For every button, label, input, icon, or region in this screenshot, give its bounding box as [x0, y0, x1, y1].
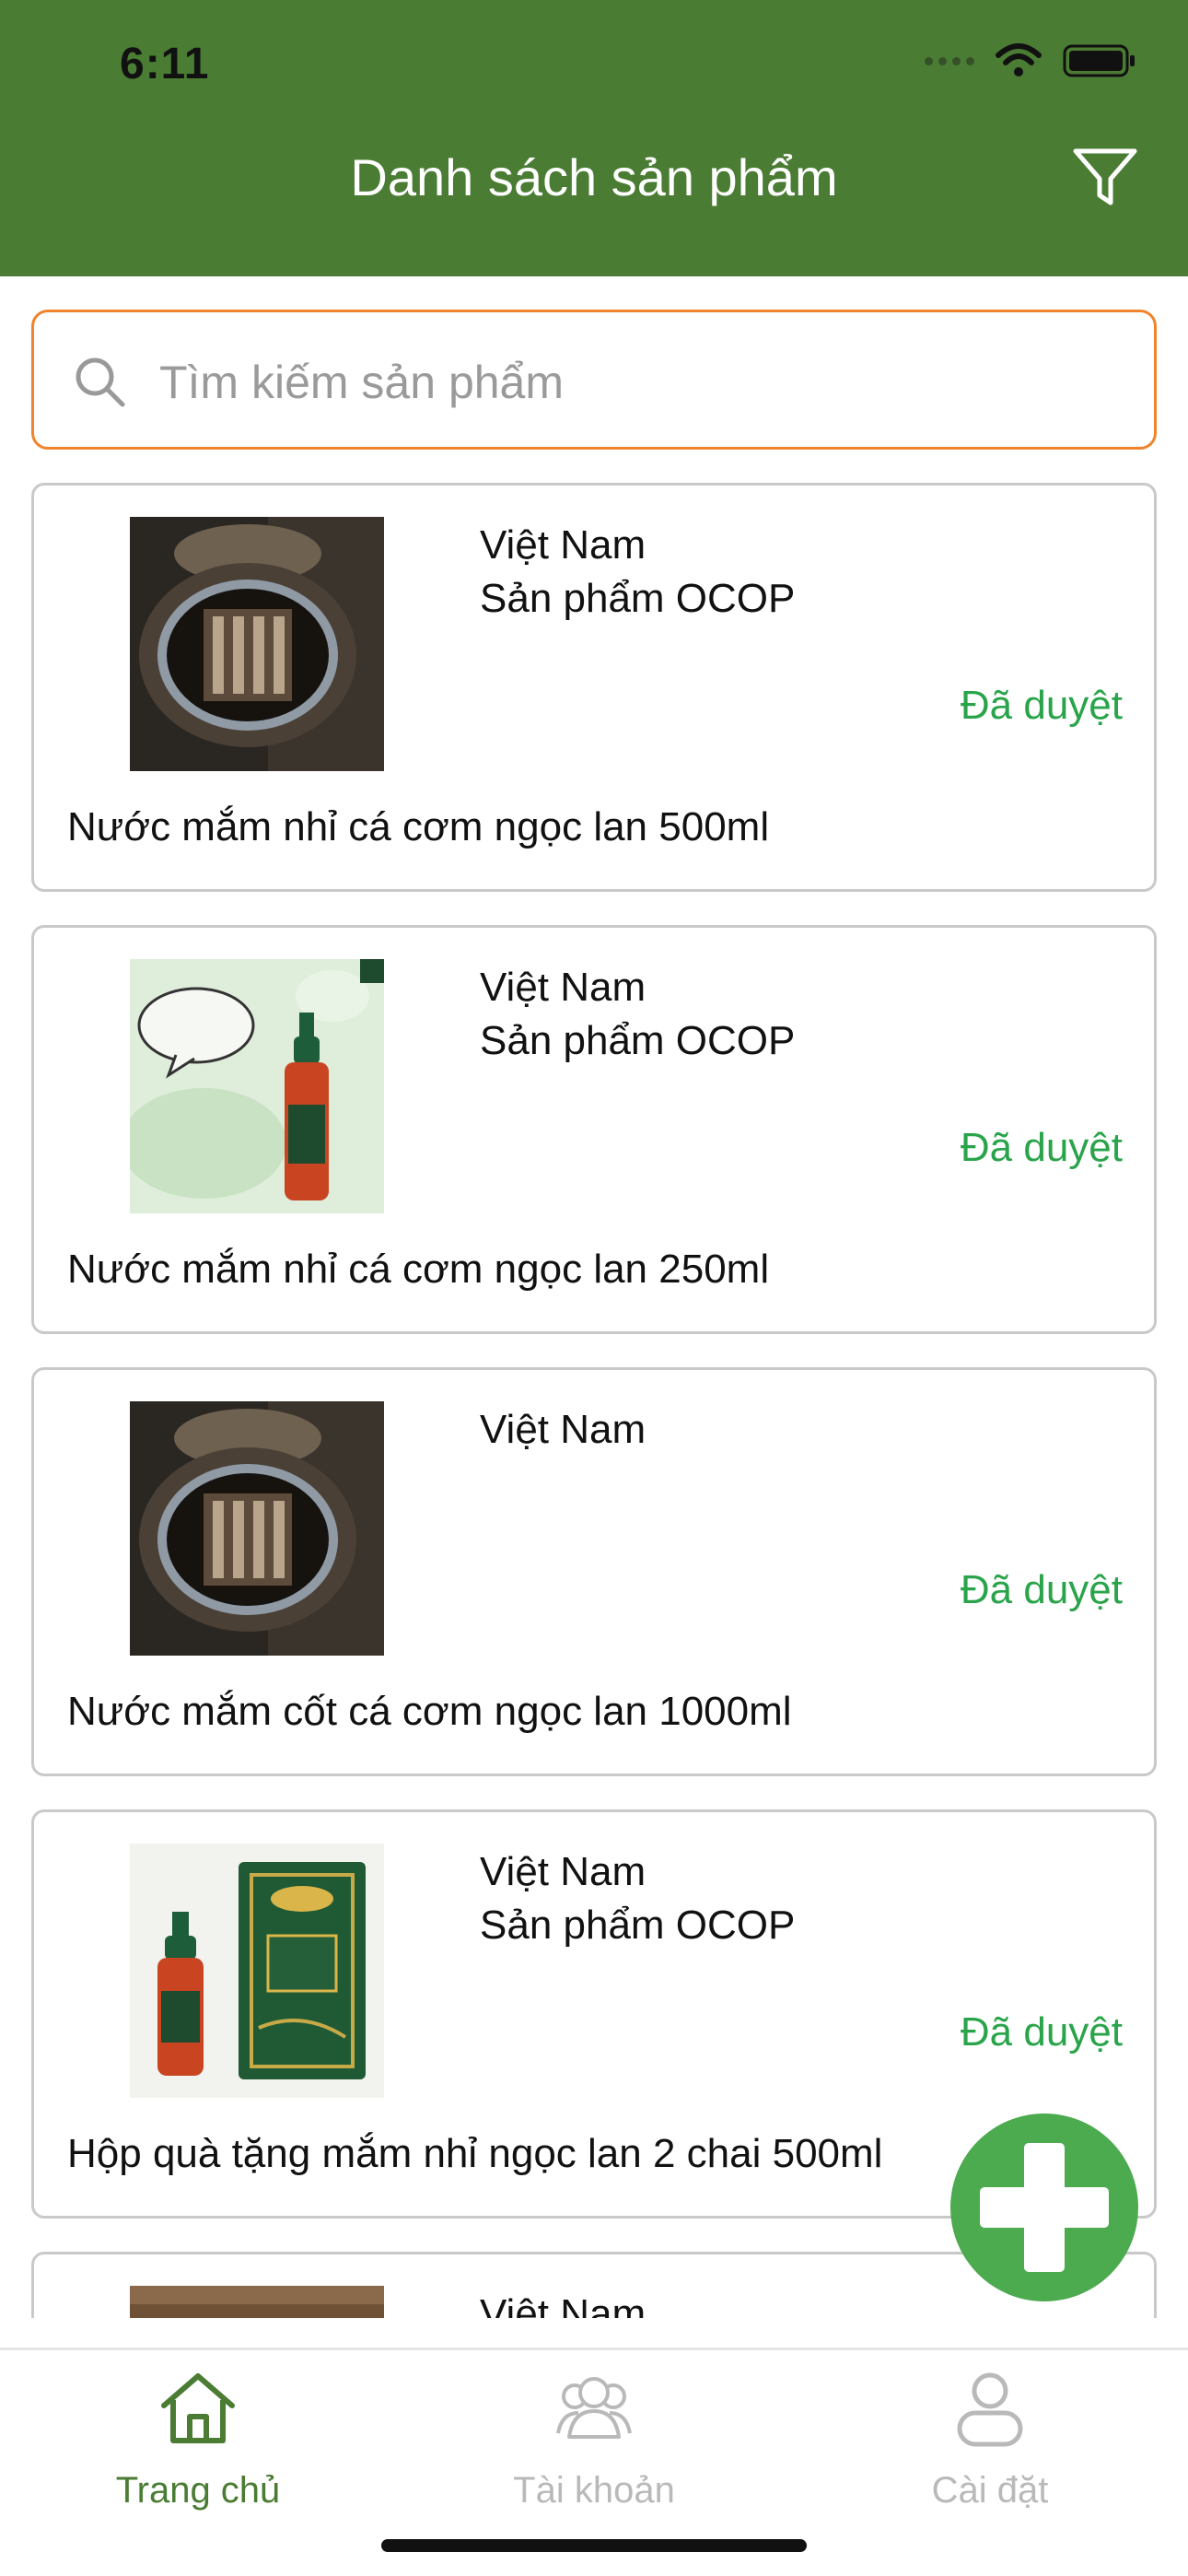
product-ocop-label: Sản phẩm OCOP	[480, 576, 796, 621]
add-product-button[interactable]	[950, 2113, 1138, 2301]
product-list[interactable]: Việt Nam Sản phẩm OCOP Đã duyệt Nước mắm…	[0, 483, 1188, 2318]
status-badge: Đã duyệt	[960, 1567, 1123, 1612]
home-icon	[161, 2373, 235, 2443]
product-name: Hộp quà tặng mắm nhỉ ngọc lan 2 chai 500…	[67, 2131, 883, 2176]
product-ocop-label: Sản phẩm OCOP	[480, 1018, 796, 1063]
tab-settings[interactable]: Cài đặt	[792, 2350, 1188, 2535]
status-time: 6:11	[120, 40, 210, 88]
product-origin: Việt Nam	[480, 965, 646, 1010]
search-icon	[76, 357, 125, 407]
product-origin: Việt Nam	[480, 522, 646, 568]
app-header: 6:11 Danh sách sản phẩm	[0, 0, 1188, 276]
status-badge: Đã duyệt	[960, 2009, 1123, 2055]
product-image	[130, 959, 384, 1213]
tab-label: Cài đặt	[931, 2470, 1049, 2511]
tab-home[interactable]: Trang chủ	[0, 2350, 396, 2535]
status-badge: Đã duyệt	[960, 683, 1123, 728]
product-card[interactable]: Việt Nam Sản phẩm OCOP Đã duyệt Nước mắm…	[31, 925, 1157, 1334]
page-title: Danh sách sản phẩm	[350, 148, 838, 206]
tab-label: Tài khoản	[513, 2470, 675, 2511]
filter-button[interactable]	[1068, 146, 1142, 210]
product-card[interactable]: Việt Nam Đã duyệt Nước mắm cốt cá cơm ng…	[31, 1367, 1157, 1776]
users-icon	[556, 2377, 632, 2439]
status-icons	[925, 42, 1136, 79]
home-indicator	[381, 2539, 807, 2552]
product-name: Nước mắm nhỉ cá cơm ngọc lan 500ml	[67, 804, 770, 849]
signal-icon	[925, 56, 974, 65]
battery-icon	[1063, 44, 1135, 77]
product-image	[130, 2286, 384, 2318]
tab-label: Trang chủ	[115, 2470, 281, 2511]
product-origin: Việt Nam	[480, 1849, 646, 1894]
status-badge: Đã duyệt	[960, 1125, 1123, 1170]
user-settings-icon	[957, 2372, 1023, 2447]
product-image	[130, 1401, 384, 1656]
filter-icon	[1073, 148, 1137, 205]
search-box[interactable]	[31, 310, 1157, 450]
product-origin: Việt Nam	[480, 2291, 646, 2318]
product-image	[130, 517, 384, 771]
product-image	[130, 1844, 384, 2098]
tab-account[interactable]: Tài khoản	[396, 2350, 792, 2535]
product-ocop-label: Sản phẩm OCOP	[480, 1903, 796, 1948]
product-origin: Việt Nam	[480, 1407, 646, 1452]
product-name: Nước mắm nhỉ cá cơm ngọc lan 250ml	[67, 1247, 770, 1292]
product-name: Nước mắm cốt cá cơm ngọc lan 1000ml	[67, 1689, 792, 1734]
wifi-icon	[996, 43, 1042, 76]
product-card[interactable]: Việt Nam Sản phẩm OCOP Đã duyệt Nước mắm…	[31, 483, 1157, 892]
search-input[interactable]	[159, 345, 1117, 419]
